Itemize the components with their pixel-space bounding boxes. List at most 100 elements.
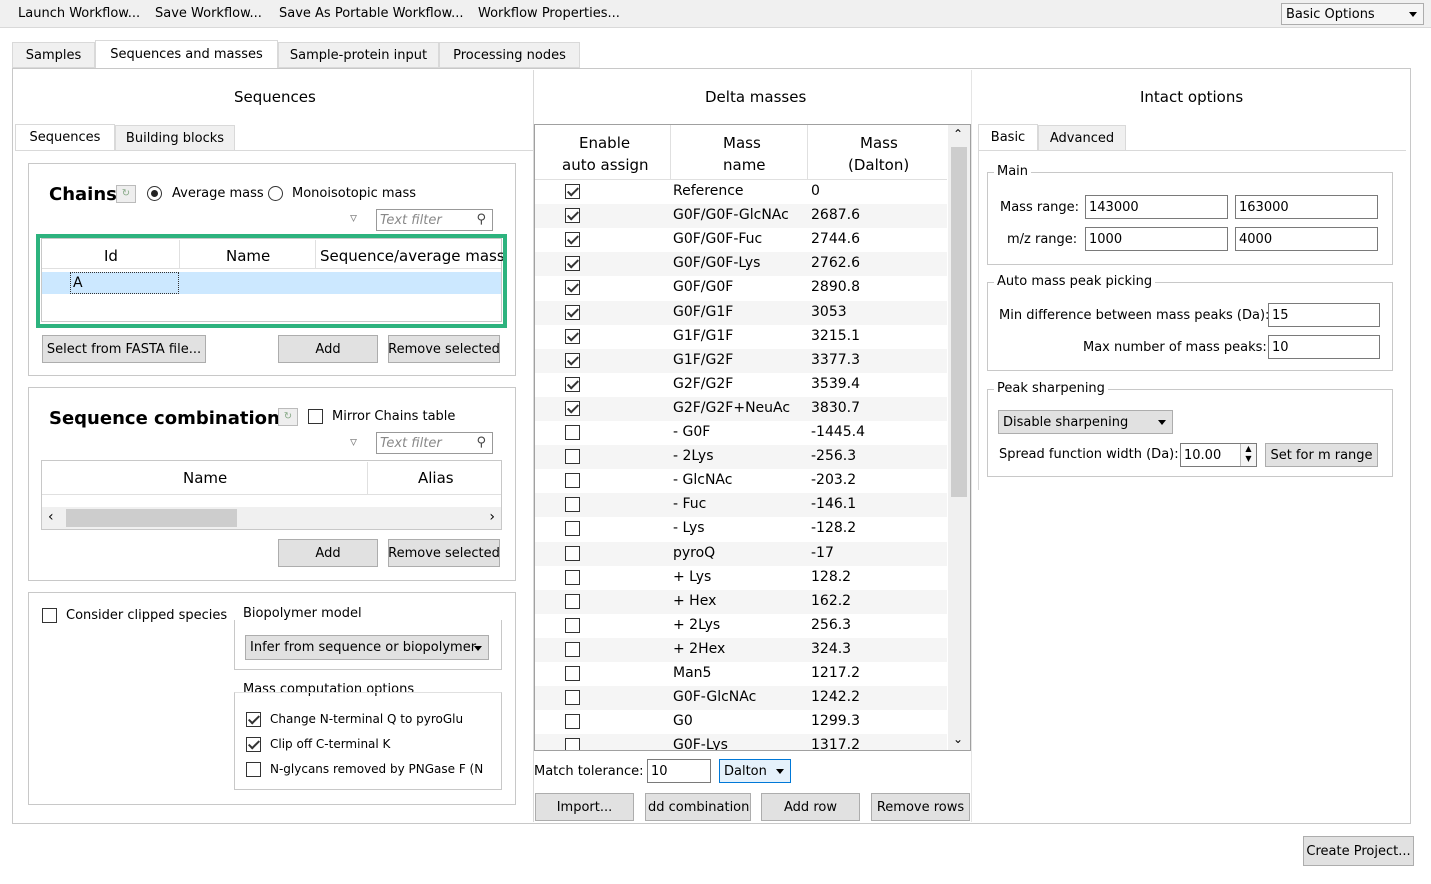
mass-dalton-cell[interactable]: 324.3: [811, 641, 851, 657]
enable-auto-assign-checkbox[interactable]: [565, 352, 580, 368]
enable-auto-assign-checkbox[interactable]: [565, 208, 580, 224]
combinations-filter-input[interactable]: Text filter ⚲: [376, 432, 493, 454]
chains-remove-selected-button[interactable]: Remove selected: [388, 335, 500, 363]
mass-name-cell[interactable]: G0F/G0F: [673, 279, 733, 295]
mass-dalton-cell[interactable]: 2744.6: [811, 231, 860, 247]
enable-auto-assign-checkbox[interactable]: [565, 714, 580, 730]
mass-name-cell[interactable]: G2F/G2F+NeuAc: [673, 400, 790, 416]
tab-sample-protein-input[interactable]: Sample-protein input: [278, 42, 439, 68]
mass-name-cell[interactable]: + Hex: [673, 593, 716, 609]
clip-c-terminal-k-checkbox[interactable]: [246, 737, 261, 752]
mass-dalton-cell[interactable]: 0: [811, 183, 820, 199]
mass-dalton-cell[interactable]: 3215.1: [811, 328, 860, 344]
chevron-right-icon[interactable]: ›: [489, 509, 495, 525]
monoisotopic-mass-radio[interactable]: [268, 186, 283, 201]
mass-dalton-cell[interactable]: 2890.8: [811, 279, 860, 295]
biopolymer-model-select[interactable]: Infer from sequence or biopolymer: [245, 635, 489, 660]
enable-auto-assign-checkbox[interactable]: [565, 376, 580, 392]
tab-processing-nodes[interactable]: Processing nodes: [439, 42, 580, 68]
mz-range-max-input[interactable]: 4000: [1235, 227, 1378, 251]
table-row[interactable]: Reference 0: [535, 180, 947, 204]
tab-advanced[interactable]: Advanced: [1038, 125, 1126, 151]
vertical-scrollbar[interactable]: ⌃ ⌄: [948, 125, 970, 750]
chevron-down-icon[interactable]: ⌄: [953, 732, 963, 746]
enable-auto-assign-checkbox[interactable]: [565, 593, 580, 609]
mass-range-min-input[interactable]: 143000: [1085, 195, 1228, 219]
mass-name-cell[interactable]: + Lys: [673, 569, 711, 585]
scrollbar-thumb[interactable]: [951, 147, 967, 497]
mass-range-max-input[interactable]: 163000: [1235, 195, 1378, 219]
mass-dalton-cell[interactable]: -146.1: [811, 496, 856, 512]
mass-dalton-cell[interactable]: 1317.2: [811, 737, 860, 750]
chains-add-button[interactable]: Add: [278, 335, 378, 363]
add-combinations-button[interactable]: dd combinations.: [645, 793, 751, 821]
scrollbar-thumb[interactable]: [66, 509, 237, 527]
mass-dalton-cell[interactable]: 1242.2: [811, 689, 860, 705]
enable-auto-assign-checkbox[interactable]: [565, 184, 580, 199]
table-row[interactable]: G0F/G0F 2890.8: [535, 276, 947, 301]
mass-name-cell[interactable]: + 2Hex: [673, 641, 725, 657]
average-mass-radio[interactable]: [147, 186, 162, 201]
consider-clipped-checkbox[interactable]: [42, 608, 57, 623]
table-row[interactable]: G0 1299.3: [535, 710, 947, 735]
chevron-left-icon[interactable]: ‹: [48, 509, 54, 525]
enable-auto-assign-checkbox[interactable]: [565, 425, 580, 440]
table-row[interactable]: G0F/G0F-Fuc 2744.6: [535, 228, 947, 253]
mass-name-cell[interactable]: Man5: [673, 665, 711, 681]
enable-auto-assign-checkbox[interactable]: [565, 473, 580, 489]
enable-auto-assign-checkbox[interactable]: [565, 449, 580, 465]
mass-name-cell[interactable]: - GlcNAc: [673, 472, 732, 488]
mass-name-cell[interactable]: G0F-Lys: [673, 737, 728, 750]
mass-dalton-cell[interactable]: -1445.4: [811, 424, 865, 440]
enable-auto-assign-checkbox[interactable]: [565, 617, 580, 633]
table-row[interactable]: - Fuc -146.1: [535, 493, 947, 518]
save-workflow-menu[interactable]: Save Workflow...: [155, 6, 262, 21]
table-row[interactable]: G0F/G1F 3053: [535, 300, 947, 325]
workflow-properties-menu[interactable]: Workflow Properties...: [478, 6, 620, 21]
mass-dalton-cell[interactable]: 3377.3: [811, 352, 860, 368]
mass-name-cell[interactable]: G1F/G2F: [673, 352, 733, 368]
enable-auto-assign-checkbox[interactable]: [565, 545, 580, 561]
table-row[interactable]: + Hex 162.2: [535, 589, 947, 614]
add-row-button[interactable]: Add row: [761, 793, 860, 821]
enable-auto-assign-checkbox[interactable]: [565, 641, 580, 657]
mass-name-cell[interactable]: G1F/G1F: [673, 328, 733, 344]
combinations-col-name[interactable]: Name: [183, 469, 227, 487]
mass-name-cell[interactable]: - G0F: [673, 424, 710, 440]
mass-dalton-cell[interactable]: -128.2: [811, 520, 856, 536]
enable-auto-assign-checkbox[interactable]: [565, 666, 580, 681]
mass-name-cell[interactable]: G0F/G0F-Fuc: [673, 231, 762, 247]
pyroglu-checkbox[interactable]: [246, 712, 261, 727]
mass-dalton-cell[interactable]: -203.2: [811, 472, 856, 488]
save-portable-workflow-menu[interactable]: Save As Portable Workflow...: [279, 6, 463, 21]
mz-range-min-input[interactable]: 1000: [1085, 227, 1228, 251]
set-for-m-range-button[interactable]: Set for m range: [1265, 443, 1378, 467]
enable-auto-assign-checkbox[interactable]: [565, 569, 580, 585]
table-row[interactable]: G0F-GlcNAc 1242.2: [535, 686, 947, 711]
chains-filter-input[interactable]: Text filter ⚲: [376, 209, 493, 231]
table-row[interactable]: - G0F -1445.4: [535, 421, 947, 445]
enable-auto-assign-checkbox[interactable]: [565, 280, 580, 296]
enable-auto-assign-checkbox[interactable]: [565, 690, 580, 706]
mass-dalton-cell[interactable]: 3539.4: [811, 376, 860, 392]
table-row[interactable]: + 2Lys 256.3: [535, 613, 947, 638]
table-row[interactable]: - GlcNAc -203.2: [535, 469, 947, 494]
mass-name-cell[interactable]: G0F/G0F-GlcNAc: [673, 207, 789, 223]
mass-dalton-cell[interactable]: 162.2: [811, 593, 851, 609]
table-row[interactable]: G2F/G2F+NeuAc 3830.7: [535, 396, 947, 421]
enable-auto-assign-checkbox[interactable]: [565, 328, 580, 344]
table-row[interactable]: - 2Lys -256.3: [535, 445, 947, 470]
enable-auto-assign-checkbox[interactable]: [565, 304, 580, 320]
tab-building-blocks[interactable]: Building blocks: [115, 125, 235, 151]
launch-workflow-menu[interactable]: Launch Workflow...: [18, 6, 140, 21]
tab-samples[interactable]: Samples: [12, 42, 95, 68]
mass-dalton-cell[interactable]: -256.3: [811, 448, 856, 464]
table-row[interactable]: G1F/G1F 3215.1: [535, 324, 947, 349]
spinner-icon[interactable]: ▲ ▼: [1240, 444, 1256, 466]
spread-function-input[interactable]: 10.00 ▲ ▼: [1180, 443, 1257, 467]
tab-basic[interactable]: Basic: [978, 124, 1038, 151]
mass-name-cell[interactable]: - Fuc: [673, 496, 706, 512]
mass-name-cell[interactable]: - Lys: [673, 520, 705, 536]
chevron-up-icon[interactable]: ⌃: [953, 127, 963, 141]
mass-name-cell[interactable]: G0: [673, 713, 693, 729]
